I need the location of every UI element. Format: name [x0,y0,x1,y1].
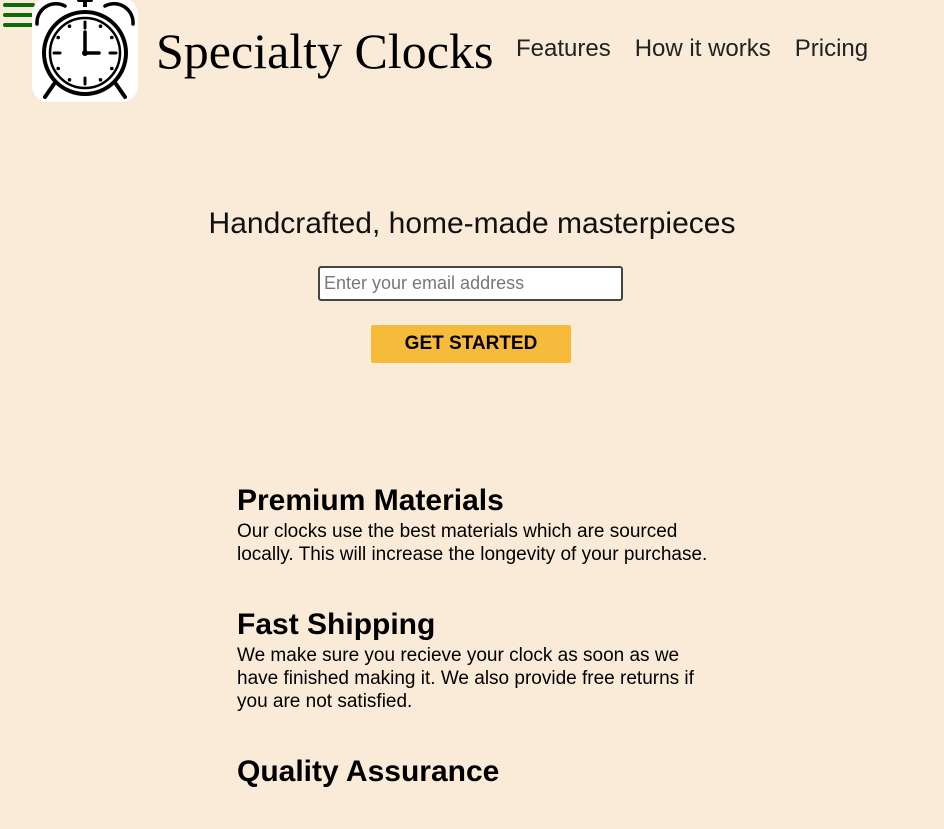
feature-title: Fast Shipping [237,608,436,641]
feature-description: Our clocks use the best materials which … [237,521,708,565]
feature-title: Quality Assurance [237,755,500,788]
hamburger-menu-icon[interactable] [3,3,35,29]
alarm-clock-icon[interactable] [32,0,138,102]
feature-title: Premium Materials [237,484,504,517]
nav-link-pricing[interactable]: Pricing [795,33,868,65]
feature-item: Premium Materials Our clocks use the bes… [237,482,712,566]
email-input[interactable] [318,266,623,301]
nav-link-features[interactable]: Features [516,33,611,65]
get-started-button[interactable]: GET STARTED [371,325,571,363]
nav-link-how-it-works[interactable]: How it works [635,33,771,65]
feature-item: Quality Assurance [237,753,712,791]
feature-item: Fast Shipping We make sure you recieve y… [237,606,712,713]
feature-description: We make sure you recieve your clock as s… [237,645,694,712]
landing-page: Specialty Clocks Features How it works P… [0,0,944,829]
site-title: Specialty Clocks [156,23,494,79]
features-section: Premium Materials Our clocks use the bes… [237,482,712,829]
hero-title: Handcrafted, home-made masterpieces [208,207,736,240]
main-nav: Features How it works Pricing [516,33,868,65]
